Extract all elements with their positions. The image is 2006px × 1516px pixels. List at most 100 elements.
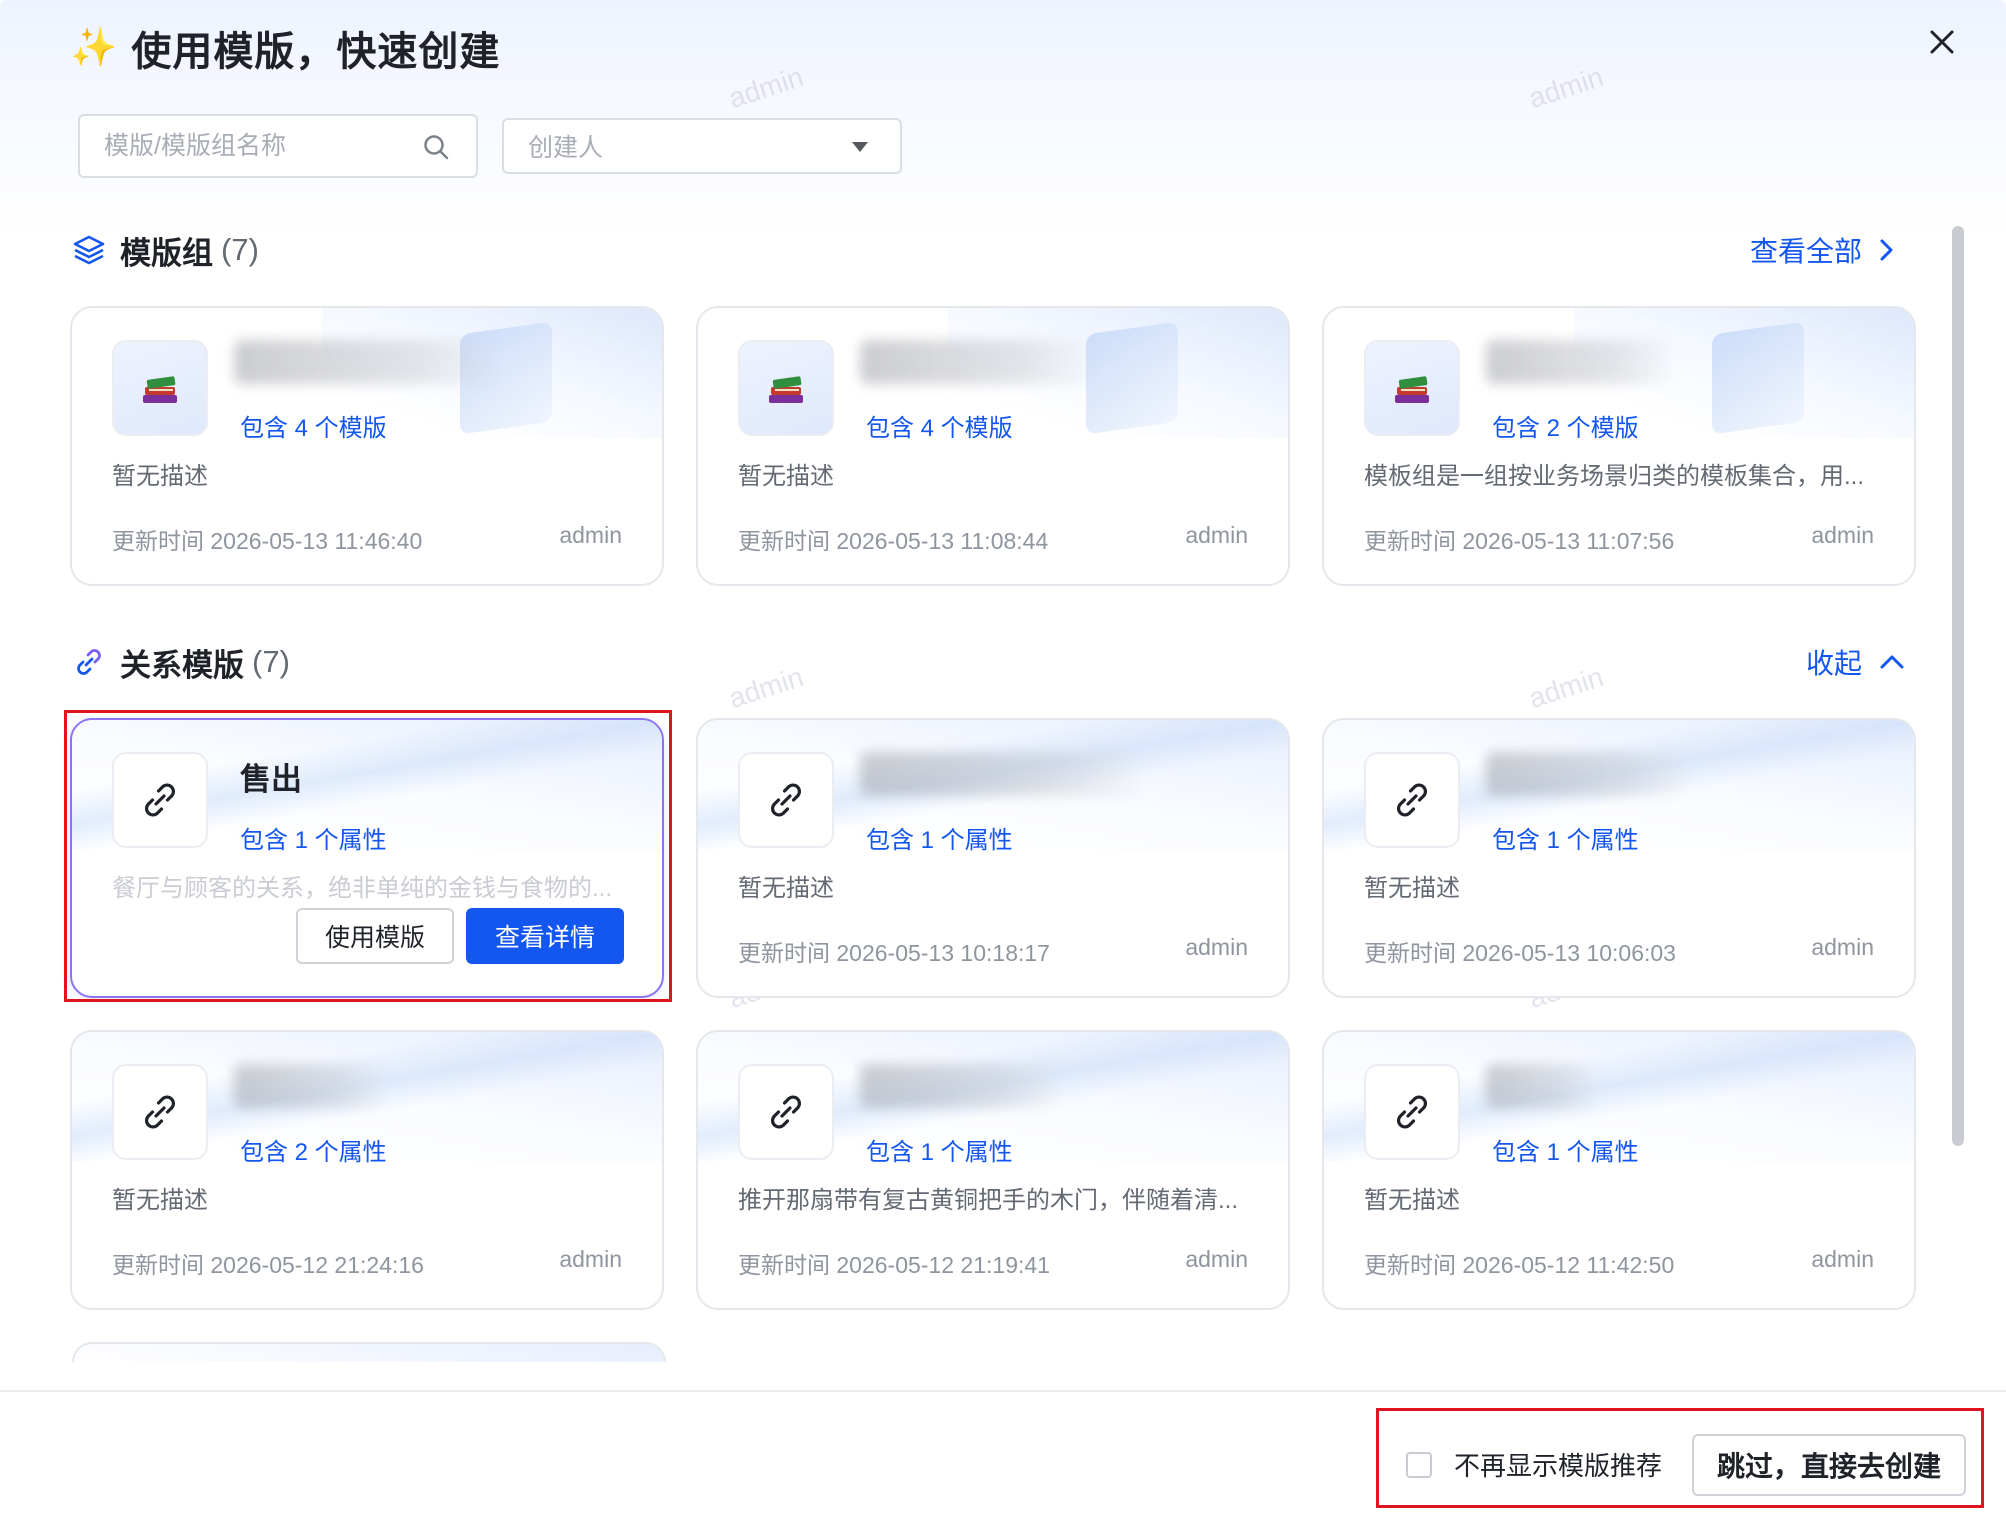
watermark: admin [1524, 60, 1608, 115]
update-time: 更新时间 2026-05-13 11:08:44 [738, 528, 1049, 554]
creator-select[interactable]: 创建人 [502, 118, 902, 174]
chevron-up-icon [1880, 655, 1904, 669]
books-icon [738, 340, 834, 436]
books-icon [1364, 340, 1460, 436]
folder-decoration [1086, 321, 1178, 435]
blurred-name [860, 340, 1090, 384]
update-time: 更新时间 2026-05-13 11:07:56 [1364, 528, 1675, 554]
chevron-right-icon [1880, 239, 1893, 261]
update-time: 更新时间 2026-05-12 11:42:50 [1364, 1252, 1675, 1278]
attribute-count: 包含 2 个属性 [240, 1139, 387, 1166]
blurred-name [860, 752, 1140, 796]
search-input[interactable] [104, 131, 404, 161]
link-icon [1364, 752, 1460, 848]
card-author: admin [559, 1246, 622, 1272]
template-count: 包含 4 个模版 [866, 415, 1013, 442]
checkbox-label: 不再显示模版推荐 [1454, 1451, 1663, 1481]
link-icon [1364, 1064, 1460, 1160]
template-count: 包含 4 个模版 [240, 415, 387, 442]
attribute-count: 包含 1 个属性 [240, 827, 387, 854]
blurred-name [860, 1064, 1060, 1108]
card-description: 推开那扇带有复古黄铜把手的木门，伴随着清... [738, 1187, 1239, 1214]
search-field[interactable] [78, 114, 478, 178]
link-icon [738, 752, 834, 848]
blurred-name [1486, 752, 1686, 796]
section-title: 模版组 [120, 235, 213, 271]
relation-template-card[interactable]: 包含 1 个属性 推开那扇带有复古黄铜把手的木门，伴随着清... 更新时间 20… [696, 1030, 1290, 1310]
use-template-button[interactable]: 使用模版 [296, 908, 454, 964]
modal-title: 使用模版，快速创建 [131, 30, 501, 74]
relation-template-card[interactable]: 包含 1 个属性 暂无描述 更新时间 2026-05-13 10:06:03 a… [1322, 718, 1916, 998]
card-description: 模板组是一组按业务场景归类的模板集合，用... [1364, 463, 1865, 490]
view-all-link[interactable]: 查看全部 [1750, 228, 1896, 272]
folder-decoration [1712, 321, 1804, 435]
section-count: (7) [252, 644, 290, 679]
skip-create-button[interactable]: 跳过，直接去创建 [1692, 1434, 1966, 1496]
creator-select-placeholder: 创建人 [528, 134, 604, 162]
update-time: 更新时间 2026-05-13 10:06:03 [1364, 940, 1676, 966]
card-author: admin [559, 522, 622, 548]
relation-template-card[interactable]: 包含 1 个属性 暂无描述 更新时间 2026-05-13 10:18:17 a… [696, 718, 1290, 998]
section-count: (7) [221, 232, 259, 267]
card-description: 暂无描述 [738, 463, 834, 490]
link-icon [112, 752, 208, 848]
close-icon [1930, 30, 1954, 54]
sparkle-icon: ✨ [70, 27, 118, 69]
collapse-label: 收起 [1806, 648, 1863, 679]
card-author: admin [1185, 522, 1248, 548]
attribute-count: 包含 1 个属性 [1492, 827, 1639, 854]
caret-down-icon [852, 142, 868, 152]
blurred-name [1486, 340, 1671, 384]
card-description: 暂无描述 [112, 1187, 208, 1214]
watermark: admin [724, 660, 808, 715]
link-icon [77, 649, 101, 675]
scrollbar[interactable] [1952, 226, 1964, 1146]
checkbox-box[interactable] [1406, 1451, 1432, 1478]
relation-template-card[interactable]: 售出 包含 1 个属性 餐厅与顾客的关系，绝非单纯的金钱与食物的... 使用模版… [70, 718, 664, 998]
relation-template-card[interactable]: 包含 2 个属性 暂无描述 更新时间 2026-05-12 21:24:16 a… [70, 1030, 664, 1310]
card-author: admin [1811, 1246, 1874, 1272]
close-button[interactable] [1922, 22, 1962, 62]
template-group-card[interactable]: 包含 4 个模版 暂无描述 更新时间 2026-05-13 11:46:40 a… [70, 306, 664, 586]
update-time: 更新时间 2026-05-12 21:19:41 [738, 1252, 1050, 1278]
collapse-link[interactable]: 收起 [1806, 640, 1906, 684]
card-author: admin [1185, 1246, 1248, 1272]
update-time: 更新时间 2026-05-12 21:24:16 [112, 1252, 424, 1278]
scrollbar-thumb[interactable] [1952, 226, 1964, 1146]
card-author: admin [1811, 522, 1874, 548]
blurred-name [234, 340, 494, 384]
section-header-groups: 模版组 (7) [72, 228, 259, 272]
link-icon [112, 1064, 208, 1160]
view-detail-button[interactable]: 查看详情 [466, 908, 624, 964]
template-group-card[interactable]: 包含 2 个模版 模板组是一组按业务场景归类的模板集合，用... 更新时间 20… [1322, 306, 1916, 586]
card-author: admin [1811, 934, 1874, 960]
card-description: 暂无描述 [1364, 875, 1460, 902]
attribute-count: 包含 1 个属性 [866, 827, 1013, 854]
link-icon [738, 1064, 834, 1160]
search-icon[interactable] [422, 133, 450, 161]
dont-show-again-checkbox[interactable]: 不再显示模版推荐 [1406, 1446, 1662, 1483]
attribute-count: 包含 1 个属性 [1492, 1139, 1639, 1166]
update-time: 更新时间 2026-05-13 11:46:40 [112, 528, 423, 554]
books-icon [112, 340, 208, 436]
relation-template-card[interactable] [72, 1342, 666, 1362]
watermark: admin [724, 60, 808, 115]
watermark: admin [1524, 660, 1608, 715]
template-group-card[interactable]: 包含 4 个模版 暂无描述 更新时间 2026-05-13 11:08:44 a… [696, 306, 1290, 586]
template-modal: admin admin admin admin admin admin admi… [0, 0, 2006, 1516]
card-description: 暂无描述 [1364, 1187, 1460, 1214]
layers-icon [73, 235, 105, 265]
template-count: 包含 2 个模版 [1492, 415, 1639, 442]
attribute-count: 包含 1 个属性 [866, 1139, 1013, 1166]
card-description: 餐厅与顾客的关系，绝非单纯的金钱与食物的... [112, 875, 613, 902]
card-name: 售出 [240, 762, 302, 797]
blurred-name [234, 1064, 384, 1108]
card-description: 暂无描述 [112, 463, 208, 490]
card-description: 暂无描述 [738, 875, 834, 902]
blurred-name [1486, 1064, 1596, 1108]
modal-header: ✨ 使用模版，快速创建 [70, 22, 500, 74]
card-author: admin [1185, 934, 1248, 960]
section-title: 关系模版 [120, 647, 244, 683]
section-header-relations: 关系模版 (7) [72, 640, 290, 684]
relation-template-card[interactable]: 包含 1 个属性 暂无描述 更新时间 2026-05-12 11:42:50 a… [1322, 1030, 1916, 1310]
